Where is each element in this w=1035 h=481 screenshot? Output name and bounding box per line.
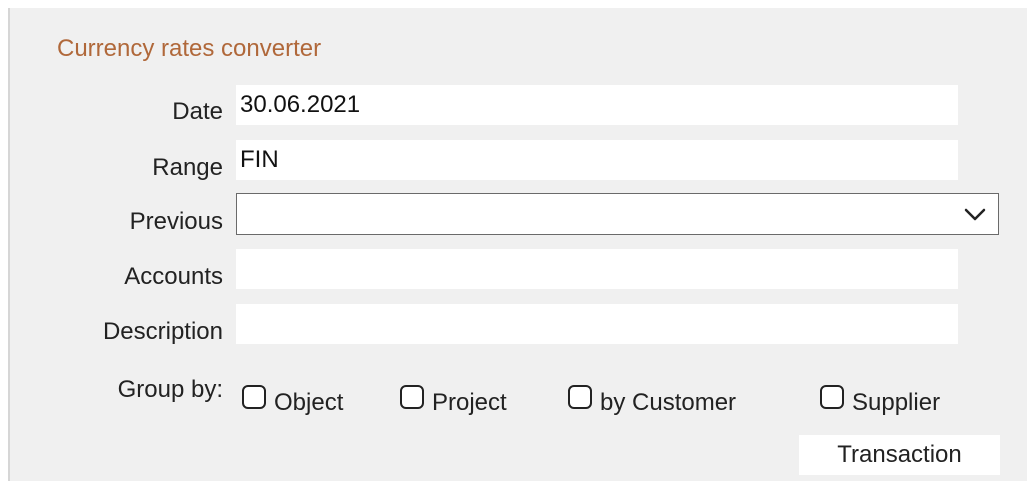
- customer-checkbox[interactable]: [568, 385, 592, 409]
- description-label: Description: [102, 318, 223, 345]
- object-label: Object: [274, 389, 344, 416]
- accounts-label: Accounts: [124, 263, 223, 290]
- project-checkbox[interactable]: [400, 385, 424, 409]
- chevron-down-icon: [964, 208, 986, 221]
- previous-select[interactable]: [236, 193, 999, 235]
- customer-label: by Customer: [600, 389, 737, 416]
- form-title: Currency rates converter: [57, 35, 322, 62]
- group-by-label: Group by:: [117, 376, 223, 403]
- range-label: Range: [152, 154, 223, 181]
- description-field[interactable]: [236, 304, 958, 344]
- previous-label: Previous: [129, 208, 223, 235]
- accounts-field[interactable]: [236, 249, 958, 289]
- group-by-project[interactable]: Project: [400, 373, 507, 417]
- date-field[interactable]: [236, 85, 958, 125]
- group-by-customer[interactable]: by Customer: [568, 373, 736, 417]
- supplier-label: Supplier: [852, 389, 941, 416]
- group-by-object[interactable]: Object: [242, 373, 343, 417]
- supplier-checkbox[interactable]: [820, 385, 844, 409]
- project-label: Project: [432, 389, 507, 416]
- range-field[interactable]: [236, 140, 958, 180]
- object-checkbox[interactable]: [242, 385, 266, 409]
- transaction-button[interactable]: Transaction: [799, 435, 1000, 475]
- group-by-supplier[interactable]: Supplier: [820, 373, 940, 417]
- date-label: Date: [172, 98, 223, 125]
- converter-panel: Currency rates converter Date Range Prev…: [8, 8, 1027, 481]
